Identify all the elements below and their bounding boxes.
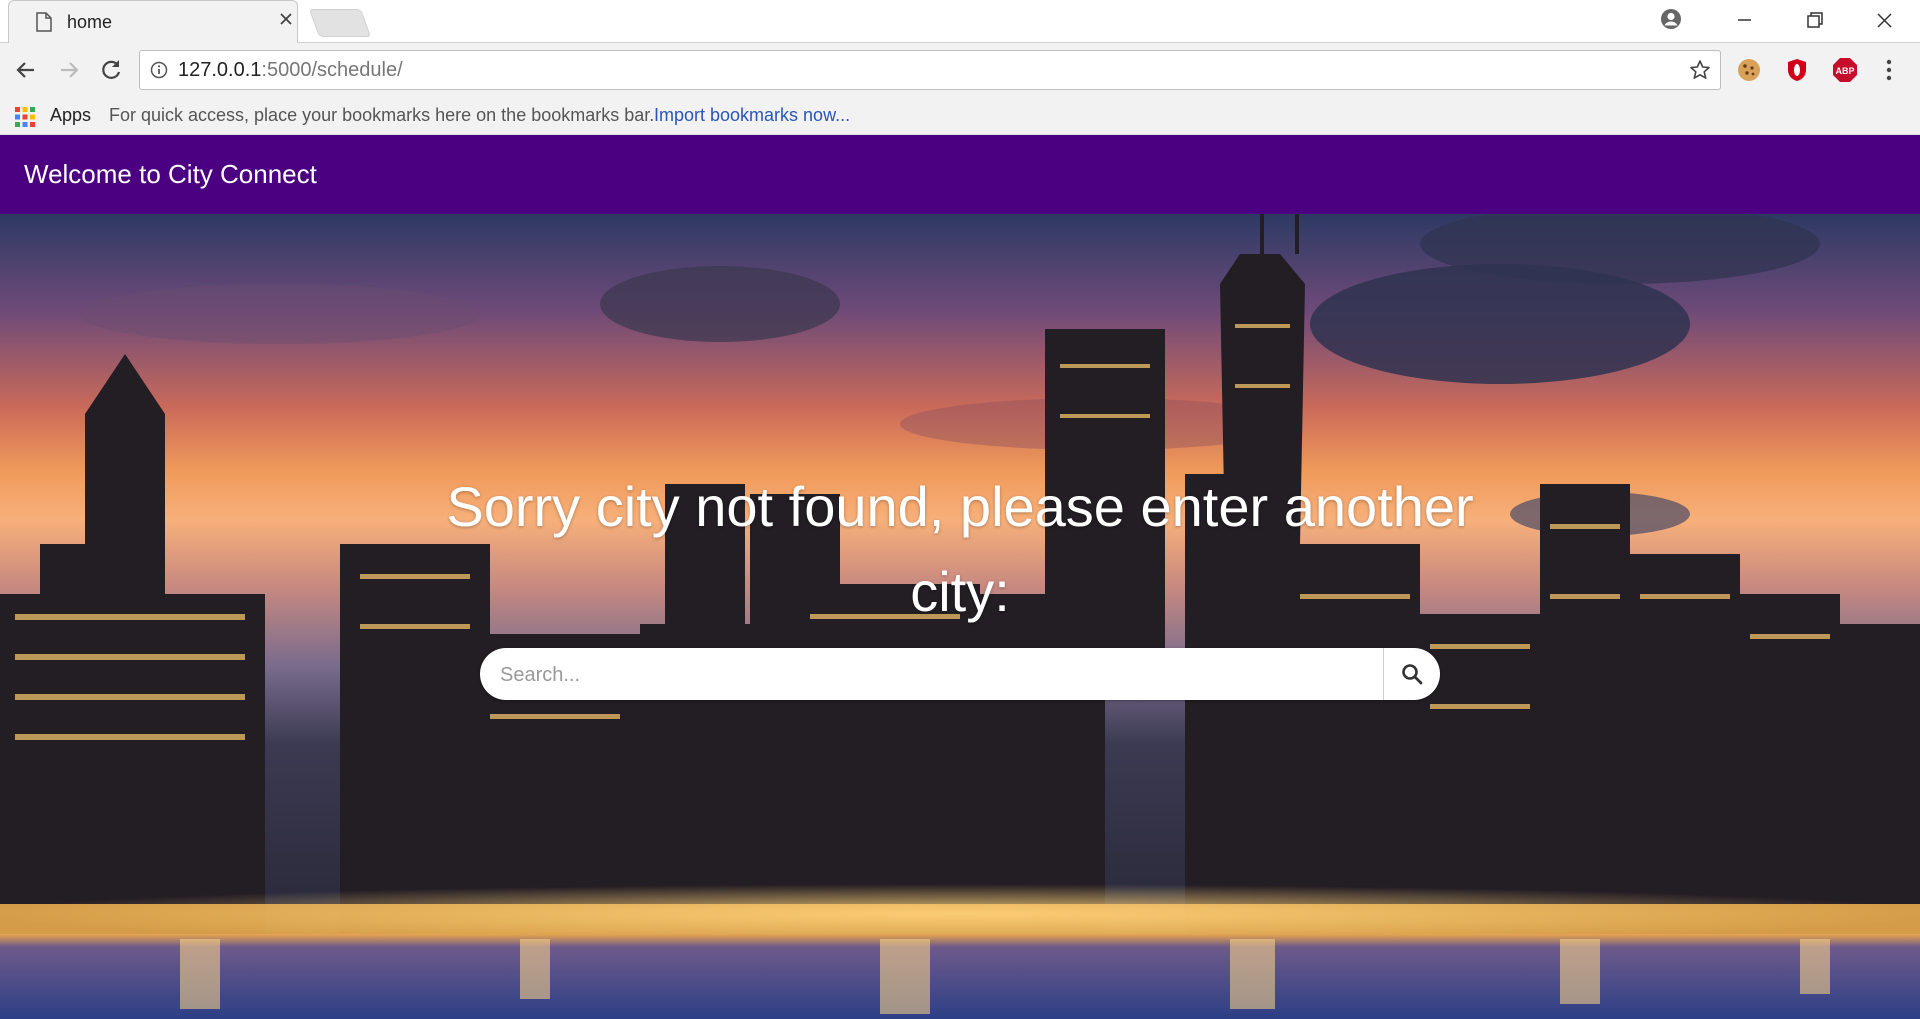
bookmarks-hint: For quick access, place your bookmarks h… — [109, 105, 655, 125]
reload-icon[interactable] — [97, 56, 125, 84]
minimize-icon[interactable] — [1709, 0, 1779, 40]
magnifier-icon — [1402, 664, 1423, 685]
city-search-bar — [480, 648, 1440, 700]
close-icon[interactable] — [279, 12, 293, 26]
new-tab-button[interactable] — [308, 9, 372, 37]
tab-title: home — [67, 12, 113, 32]
search-button[interactable] — [1383, 648, 1440, 700]
abp-label: ABP — [1835, 66, 1854, 76]
url-host: 127.0.0.1 — [178, 59, 262, 81]
browser-toolbar: 127.0.0.1:5000/schedule/ ABP — [0, 43, 1920, 98]
apps-link[interactable]: Apps — [50, 105, 91, 126]
site-brand[interactable]: Welcome to City Connect — [24, 159, 317, 190]
site-header: Welcome to City Connect — [0, 135, 1920, 214]
info-icon[interactable] — [150, 61, 168, 79]
profile-icon[interactable] — [1660, 8, 1682, 30]
url-text[interactable]: 127.0.0.1:5000/schedule/ — [178, 59, 403, 82]
restore-icon[interactable] — [1779, 0, 1849, 40]
window-close-icon[interactable] — [1849, 0, 1919, 40]
city-search-input[interactable] — [498, 656, 1382, 694]
address-bar[interactable]: 127.0.0.1:5000/schedule/ — [139, 50, 1721, 90]
kebab-menu-icon[interactable] — [1884, 57, 1894, 83]
page-icon — [36, 12, 52, 32]
forward-arrow-icon[interactable] — [55, 56, 83, 84]
opera-icon[interactable] — [1784, 57, 1810, 83]
hero-section: Sorry city not found, please enter anoth… — [0, 214, 1920, 1019]
import-bookmarks-link[interactable]: Import bookmarks now... — [654, 105, 850, 126]
abp-icon[interactable]: ABP — [1832, 57, 1858, 83]
bookmarks-bar: Apps For quick access, place your bookma… — [0, 98, 1920, 135]
active-tab[interactable]: home — [8, 0, 298, 43]
apps-grid-icon[interactable] — [15, 107, 35, 127]
city-not-found-message: Sorry city not found, please enter anoth… — [446, 475, 1474, 623]
star-icon[interactable] — [1689, 59, 1711, 81]
cookie-icon[interactable] — [1736, 57, 1762, 83]
tab-strip: home — [0, 0, 1920, 43]
url-path: :5000/schedule/ — [261, 59, 403, 81]
back-arrow-icon[interactable] — [12, 56, 40, 84]
